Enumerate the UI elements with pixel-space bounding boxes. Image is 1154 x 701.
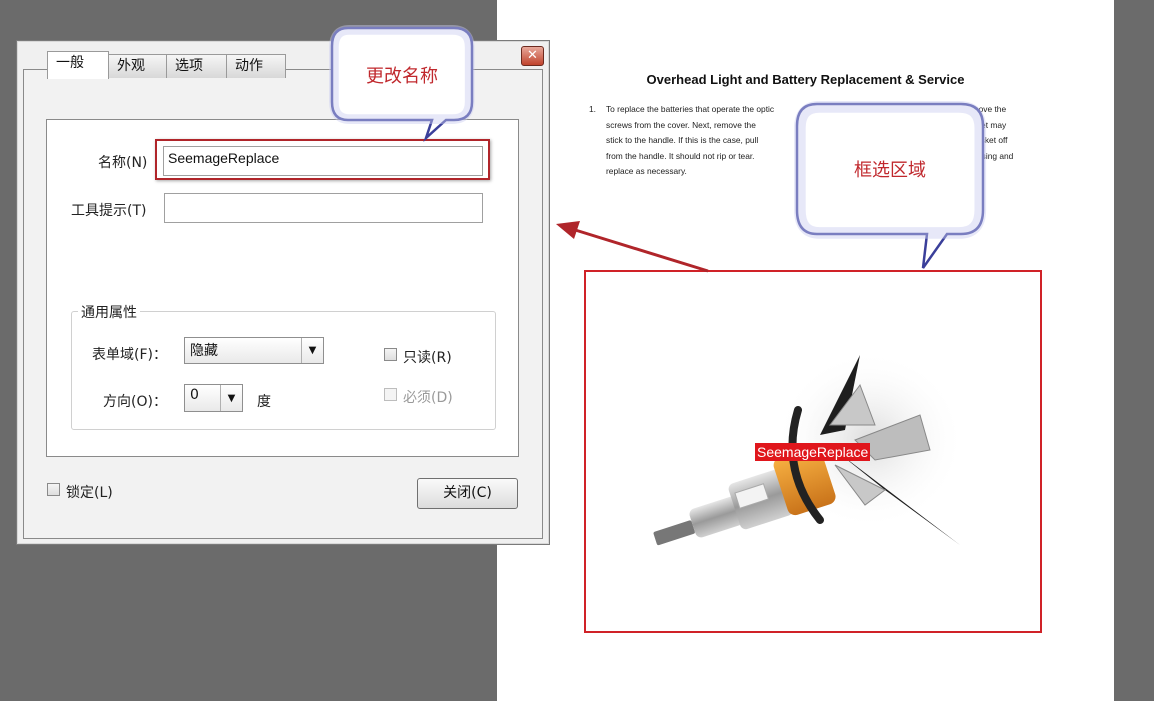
name-label: 名称(N): [98, 155, 148, 171]
required-checkbox: [384, 388, 397, 401]
common-properties-group: [71, 311, 496, 430]
tab-actions[interactable]: 动作: [226, 54, 286, 78]
tab-appearance[interactable]: 外观: [108, 54, 167, 78]
text-line: screws from the cover. Next, remove the: [606, 119, 756, 130]
tab-general[interactable]: 一般: [47, 51, 109, 79]
text-line: from the handle. It should not rip or te…: [606, 150, 755, 161]
callout-region-text: 框选区域: [854, 160, 926, 181]
text-line: To replace the batteries that operate th…: [606, 104, 775, 114]
form-field-value: 隐藏: [190, 343, 218, 359]
orientation-value: 0: [190, 387, 199, 403]
field-name-tag[interactable]: SeemageReplace: [755, 443, 871, 461]
tooltip-input[interactable]: [164, 193, 483, 223]
form-field-select[interactable]: 隐藏 ▼: [184, 337, 324, 364]
close-button[interactable]: 关闭(C): [417, 478, 518, 509]
form-field-label: 表单域(F)：: [92, 347, 167, 363]
text-line: stick to the handle. If this is the case…: [606, 135, 759, 145]
callout-region-bubble: [794, 101, 987, 269]
tooltip-label: 工具提示(T): [71, 203, 147, 219]
orientation-label: 方向(O)：: [103, 394, 167, 410]
readonly-checkbox[interactable]: [384, 348, 397, 361]
pointer-arrow: [556, 221, 709, 273]
chevron-down-icon[interactable]: ▼: [220, 385, 242, 411]
locked-checkbox[interactable]: [47, 483, 60, 496]
text-line: replace as necessary.: [606, 166, 687, 176]
locked-label: 锁定(L): [66, 485, 113, 501]
chevron-down-icon[interactable]: ▼: [301, 338, 323, 363]
orientation-select[interactable]: 0 ▼: [184, 384, 243, 412]
name-highlight-box: [155, 139, 490, 180]
document-title: Overhead Light and Battery Replacement &…: [646, 72, 965, 87]
readonly-label: 只读(R): [403, 350, 452, 366]
callout-rename-text: 更改名称: [366, 66, 438, 87]
tab-options[interactable]: 选项: [166, 54, 227, 78]
list-number: 1.: [589, 104, 596, 114]
degree-unit: 度: [257, 394, 271, 410]
close-icon[interactable]: ✕: [521, 46, 544, 66]
group-title: 通用属性: [78, 302, 140, 322]
required-label: 必须(D): [403, 390, 453, 406]
